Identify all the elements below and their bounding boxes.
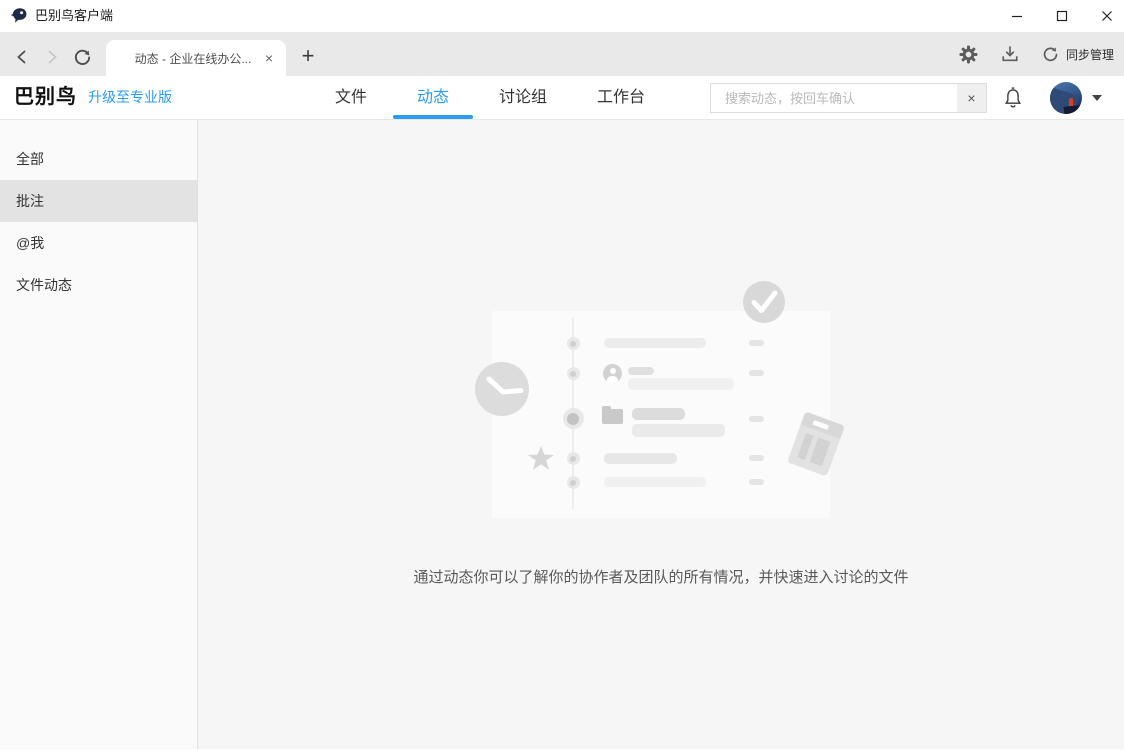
sidebar-item-all[interactable]: 全部 [0, 138, 197, 180]
search-input[interactable] [711, 84, 957, 112]
folder-icon [602, 409, 623, 424]
content-area: 全部 批注 @我 文件动态 [0, 120, 1124, 749]
activity-sidebar: 全部 批注 @我 文件动态 [0, 120, 198, 749]
timeline-dot [567, 452, 580, 465]
sync-manage-label: 同步管理 [1066, 46, 1114, 63]
notifications-bell-icon[interactable] [1002, 86, 1024, 110]
window-title: 巴别鸟客户端 [35, 0, 113, 32]
placeholder-timestamp [749, 479, 764, 485]
star-icon [528, 446, 554, 471]
sidebar-item-annotations[interactable]: 批注 [0, 180, 197, 222]
nav-tab-files[interactable]: 文件 [335, 76, 367, 119]
badge-icon [787, 411, 845, 476]
placeholder-timestamp [749, 370, 764, 376]
back-icon[interactable] [10, 45, 34, 69]
placeholder-bar [628, 367, 654, 375]
placeholder-bar [632, 424, 725, 437]
placeholder-bar [628, 378, 734, 390]
avatar-art [1069, 98, 1073, 106]
timeline-dot [567, 337, 580, 350]
placeholder-timestamp [749, 455, 764, 461]
check-circle-icon [743, 281, 785, 323]
minimize-button[interactable] [1004, 3, 1030, 29]
avatar-art [1064, 105, 1081, 114]
timeline-dot [563, 408, 584, 429]
browser-tab[interactable]: 动态 - 企业在线办公... × [106, 40, 286, 76]
upgrade-link[interactable]: 升级至专业版 [88, 76, 172, 119]
title-bar: 巴别鸟客户端 [0, 0, 1124, 32]
timeline-dot [567, 476, 580, 489]
placeholder-timestamp [749, 340, 764, 346]
nav-tab-workbench[interactable]: 工作台 [597, 76, 645, 119]
tab-strip: 动态 - 企业在线办公... × + [0, 32, 1124, 76]
user-circle-icon [603, 364, 622, 383]
app-window: 巴别鸟客户端 动态 - 企业在线办公... × + [0, 0, 1124, 750]
search-box: × [710, 83, 987, 113]
empty-state-illustration [492, 311, 830, 518]
refresh-icon[interactable] [70, 45, 94, 69]
search-clear-icon[interactable]: × [957, 84, 986, 112]
placeholder-bar [632, 408, 685, 420]
sync-manage-button[interactable]: 同步管理 [1041, 44, 1114, 64]
tab-title: 动态 - 企业在线办公... [128, 50, 258, 67]
nav-tab-activity[interactable]: 动态 [417, 76, 449, 119]
empty-state-caption: 通过动态你可以了解你的协作者及团队的所有情况，并快速进入讨论的文件 [198, 566, 1124, 587]
primary-nav: 文件 动态 讨论组 工作台 [335, 76, 645, 119]
new-tab-button[interactable]: + [294, 42, 322, 70]
account-caret-down-icon[interactable] [1092, 95, 1102, 101]
sync-icon [1041, 44, 1061, 64]
download-icon[interactable] [1000, 44, 1020, 64]
placeholder-bar [604, 453, 677, 464]
placeholder-bar [604, 338, 706, 348]
timeline-dot [567, 367, 580, 380]
settings-gear-icon[interactable] [959, 44, 979, 64]
clock-icon [475, 362, 529, 416]
app-logo-icon [10, 6, 29, 25]
user-avatar[interactable] [1050, 82, 1082, 114]
forward-icon[interactable] [40, 45, 64, 69]
sidebar-item-mentions[interactable]: @我 [0, 222, 197, 264]
close-button[interactable] [1094, 3, 1120, 29]
nav-tab-discussions[interactable]: 讨论组 [499, 76, 547, 119]
activity-main-panel: 通过动态你可以了解你的协作者及团队的所有情况，并快速进入讨论的文件 [198, 120, 1124, 749]
tab-close-icon[interactable]: × [258, 47, 280, 69]
placeholder-timestamp [749, 416, 764, 422]
placeholder-bar [604, 477, 706, 487]
tab-strip-actions: 同步管理 [959, 32, 1124, 76]
sidebar-item-file-activity[interactable]: 文件动态 [0, 264, 197, 306]
app-header: 巴别鸟 升级至专业版 文件 动态 讨论组 工作台 × [0, 76, 1124, 120]
maximize-button[interactable] [1049, 3, 1075, 29]
brand-logo: 巴别鸟 [14, 76, 77, 119]
